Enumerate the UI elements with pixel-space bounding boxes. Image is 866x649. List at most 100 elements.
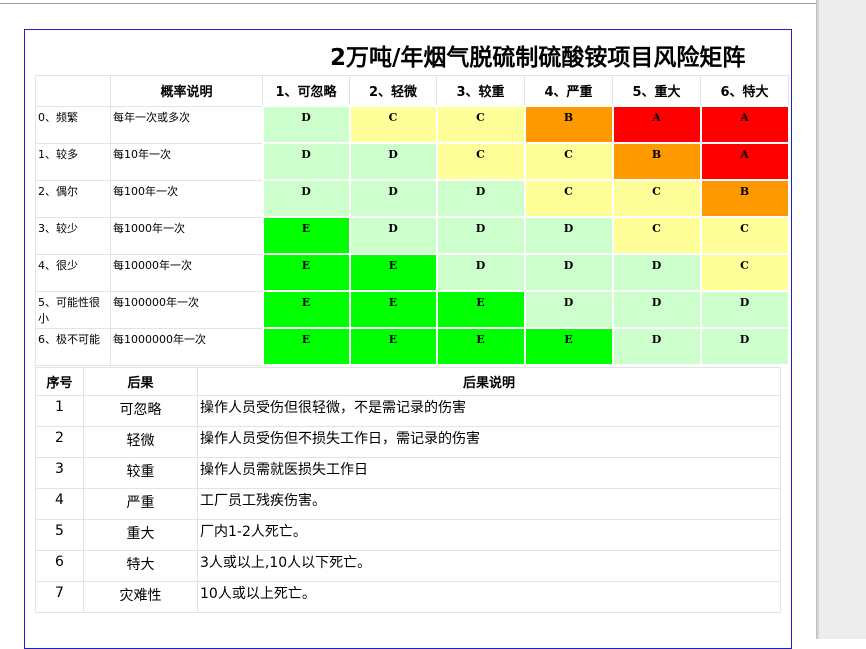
- risk-rating: E: [301, 296, 311, 309]
- probability-level: 2、偶尔: [35, 179, 111, 218]
- risk-cell: C: [435, 142, 526, 181]
- risk-cell: E: [348, 327, 438, 366]
- risk-cell: D: [523, 290, 614, 329]
- consequence-row: 5 重大 厂内1-2人死亡。: [35, 519, 781, 551]
- consequence-no: 4: [35, 488, 84, 520]
- risk-rating: D: [563, 222, 574, 235]
- consequence-name: 特大: [83, 550, 198, 582]
- severity-header: 6、特大: [700, 75, 789, 107]
- risk-cell: D: [261, 105, 351, 144]
- risk-rating: E: [476, 333, 485, 346]
- risk-rating: C: [564, 185, 573, 198]
- risk-cell: B: [611, 142, 702, 181]
- col-header-no: 序号: [35, 367, 84, 396]
- risk-cell: D: [699, 290, 790, 329]
- risk-cell: A: [611, 105, 702, 144]
- matrix-corner-cell: [35, 75, 111, 107]
- consequence-description: 操作人员受伤但很轻微，不是需记录的伤害: [197, 395, 781, 427]
- risk-rating: D: [739, 333, 750, 346]
- matrix-row: 1、较多 每10年一次 D D C C B A: [35, 142, 790, 181]
- risk-rating: B: [651, 148, 662, 161]
- consequence-description: 操作人员受伤但不损失工作日，需记录的伤害: [197, 426, 781, 458]
- risk-rating: E: [388, 259, 398, 272]
- risk-rating: C: [652, 185, 661, 198]
- probability-level: 0、频繁: [35, 105, 111, 144]
- risk-rating: E: [388, 296, 398, 309]
- risk-rating: D: [475, 222, 486, 235]
- probability-header: 概率说明: [110, 75, 263, 107]
- consequence-name: 较重: [83, 457, 198, 489]
- risk-rating: C: [652, 222, 661, 235]
- risk-rating: D: [651, 333, 662, 346]
- consequence-no: 6: [35, 550, 84, 582]
- consequence-row: 3 较重 操作人员需就医损失工作日: [35, 457, 781, 489]
- probability-level: 6、极不可能: [35, 327, 111, 366]
- risk-rating: C: [564, 148, 573, 161]
- page-title: 2万吨/年烟气脱硫制硫酸铵项目风险矩阵: [330, 45, 746, 71]
- risk-cell: E: [261, 216, 351, 255]
- risk-rating: C: [476, 148, 485, 161]
- risk-cell: A: [699, 105, 790, 144]
- risk-rating: D: [475, 259, 486, 272]
- risk-cell: C: [435, 105, 526, 144]
- consequence-row: 4 严重 工厂员工残疾伤害。: [35, 488, 781, 520]
- risk-rating: E: [476, 296, 485, 309]
- consequence-no: 3: [35, 457, 84, 489]
- risk-cell: C: [699, 253, 790, 292]
- probability-description: 每1000年一次: [110, 216, 263, 255]
- probability-level: 1、较多: [35, 142, 111, 181]
- consequence-row: 7 灾难性 10人或以上死亡。: [35, 581, 781, 613]
- matrix-row: 0、频繁 每年一次或多次 D C C B A A: [35, 105, 790, 144]
- severity-header: 1、可忽略: [262, 75, 350, 107]
- severity-header: 3、较重: [436, 75, 525, 107]
- risk-cell: D: [611, 327, 702, 366]
- risk-cell: E: [261, 327, 351, 366]
- risk-rating: C: [740, 222, 749, 235]
- risk-cell: E: [261, 290, 351, 329]
- risk-cell: C: [348, 105, 438, 144]
- risk-cell: E: [348, 253, 438, 292]
- risk-rating: C: [388, 111, 398, 124]
- risk-rating: A: [740, 111, 749, 124]
- consequence-no: 2: [35, 426, 84, 458]
- matrix-row: 3、较少 每1000年一次 E D D D C C: [35, 216, 790, 255]
- risk-cell: C: [611, 179, 702, 218]
- probability-description: 每100年一次: [110, 179, 263, 218]
- risk-rating: A: [652, 111, 661, 124]
- consequence-description: 10人或以上死亡。: [197, 581, 781, 613]
- consequence-name: 可忽略: [83, 395, 198, 427]
- risk-matrix-table: 概率说明 1、可忽略 2、轻微 3、较重 4、严重 5、重大 6、特大 0、频繁…: [35, 75, 790, 366]
- risk-rating: B: [563, 111, 574, 124]
- risk-cell: B: [699, 179, 790, 218]
- risk-rating: D: [739, 296, 750, 309]
- risk-rating: D: [388, 222, 398, 235]
- risk-rating: E: [564, 333, 573, 346]
- risk-rating: D: [475, 185, 486, 198]
- risk-rating: E: [301, 259, 311, 272]
- risk-rating: D: [388, 185, 398, 198]
- consequence-row: 1 可忽略 操作人员受伤但很轻微，不是需记录的伤害: [35, 395, 781, 427]
- risk-rating: A: [740, 148, 749, 161]
- risk-cell: E: [435, 327, 526, 366]
- probability-description: 每10年一次: [110, 142, 263, 181]
- risk-cell: D: [523, 253, 614, 292]
- page-gutter: [816, 0, 866, 639]
- consequence-description: 操作人员需就医损失工作日: [197, 457, 781, 489]
- risk-rating: C: [740, 259, 749, 272]
- consequence-no: 1: [35, 395, 84, 427]
- consequence-row: 6 特大 3人或以上,10人以下死亡。: [35, 550, 781, 582]
- matrix-row: 2、偶尔 每100年一次 D D D C C B: [35, 179, 790, 218]
- risk-rating: D: [301, 185, 311, 198]
- risk-cell: D: [348, 142, 438, 181]
- severity-header: 2、轻微: [349, 75, 437, 107]
- matrix-header-row: 概率说明 1、可忽略 2、轻微 3、较重 4、严重 5、重大 6、特大: [35, 75, 789, 107]
- risk-cell: E: [523, 327, 614, 366]
- matrix-row: 6、极不可能 每1000000年一次 E E E E D D: [35, 327, 790, 366]
- col-header-consequence: 后果: [83, 367, 198, 396]
- risk-cell: D: [348, 179, 438, 218]
- window-top-border: [0, 3, 816, 4]
- risk-cell: D: [523, 216, 614, 255]
- risk-rating: B: [739, 185, 750, 198]
- risk-rating: D: [388, 148, 398, 161]
- risk-cell: E: [435, 290, 526, 329]
